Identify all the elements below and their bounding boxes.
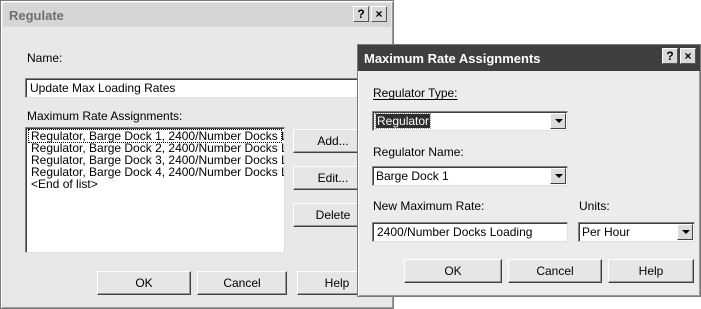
max-rate-dialog: Maximum Rate Assignments ? × Regulator T… <box>357 44 701 297</box>
regulator-type-value: Regulator <box>374 113 432 129</box>
units-value: Per Hour <box>582 225 631 239</box>
regulate-title-bar[interactable]: Regulate ? × <box>3 3 391 27</box>
assignments-label: Maximum Rate Assignments: <box>27 109 183 123</box>
regulator-type-label: Regulator Type: <box>373 86 458 100</box>
regulator-name-select[interactable]: Barge Dock 1 <box>372 166 568 186</box>
max-rate-help-button[interactable]: ? <box>662 48 678 64</box>
name-label: Name: <box>27 51 63 65</box>
regulate-ok-button[interactable]: OK <box>97 271 191 295</box>
regulate-title: Regulate <box>9 7 64 23</box>
units-label: Units: <box>579 199 610 213</box>
name-field[interactable]: Update Max Loading Rates <box>25 78 380 98</box>
regulate-help-button[interactable]: ? <box>353 6 369 22</box>
chevron-down-icon[interactable] <box>677 224 693 240</box>
max-rate-cancel-button[interactable]: Cancel <box>508 259 602 283</box>
max-rate-ok-button[interactable]: OK <box>404 259 502 283</box>
new-rate-label: New Maximum Rate: <box>373 199 485 213</box>
new-rate-field[interactable]: 2400/Number Docks Loading <box>372 222 568 242</box>
list-item[interactable]: <End of list> <box>29 178 281 190</box>
chevron-down-icon[interactable] <box>550 113 566 129</box>
regulate-close-button[interactable]: × <box>371 6 387 22</box>
max-rate-title-bar[interactable]: Maximum Rate Assignments ? × <box>358 45 700 71</box>
max-rate-close-button[interactable]: × <box>680 48 696 64</box>
regulator-name-label: Regulator Name: <box>373 145 464 159</box>
units-select[interactable]: Per Hour <box>578 222 695 242</box>
regulator-type-label-text: Regulator Type: <box>373 86 458 100</box>
regulator-name-value: Barge Dock 1 <box>376 169 449 183</box>
regulate-dialog: Regulate ? × Name: Update Max Loading Ra… <box>0 0 394 309</box>
chevron-down-icon[interactable] <box>550 168 566 184</box>
regulate-cancel-button[interactable]: Cancel <box>197 271 287 295</box>
assignments-list[interactable]: Regulator, Barge Dock 1, 2400/Number Doc… <box>25 127 285 253</box>
max-rate-title: Maximum Rate Assignments <box>364 50 541 66</box>
regulator-type-select[interactable]: Regulator <box>372 111 568 131</box>
max-rate-help-button-bottom[interactable]: Help <box>608 259 694 283</box>
